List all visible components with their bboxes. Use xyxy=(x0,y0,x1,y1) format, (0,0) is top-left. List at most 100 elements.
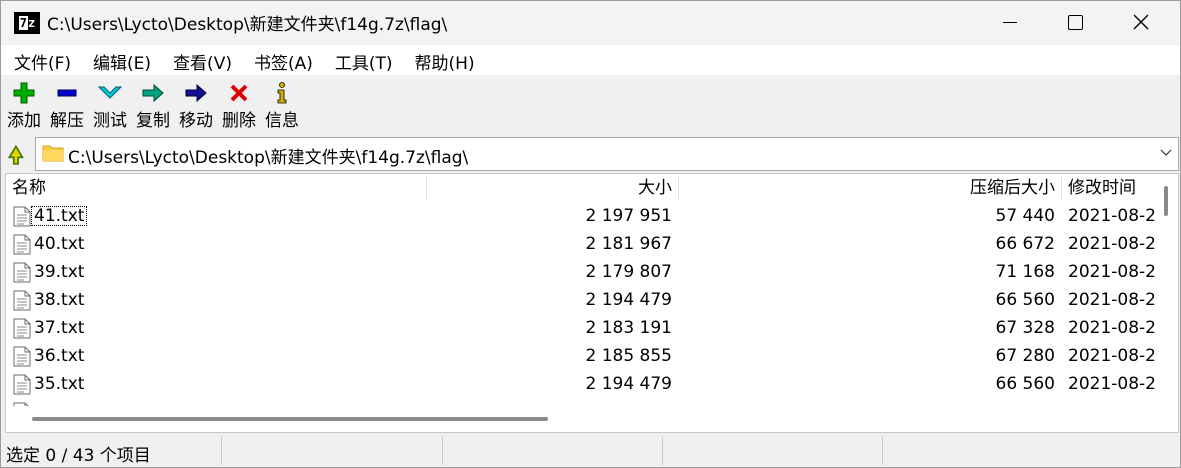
test-label: 测试 xyxy=(93,111,127,131)
title-bar[interactable]: 7z C:\Users\Lycto\Desktop\新建文件夹\f14g.7z\… xyxy=(1,1,1180,43)
status-divider xyxy=(662,437,663,465)
extract-icon xyxy=(57,89,77,97)
text-file-icon xyxy=(13,262,31,288)
menu-bar: 文件(F) 编辑(E) 查看(V) 书签(A) 工具(T) 帮助(H) xyxy=(1,45,1180,75)
delete-label: 删除 xyxy=(222,111,256,131)
file-packed-size: 66 560 xyxy=(995,290,1055,310)
file-packed-size: 67 280 xyxy=(995,346,1055,366)
status-divider xyxy=(442,437,443,465)
address-input[interactable]: C:\Users\Lycto\Desktop\新建文件夹\f14g.7z\fla… xyxy=(35,137,1179,171)
add-icon xyxy=(13,82,35,104)
file-modified: 2021-08-2 xyxy=(1068,290,1156,310)
close-button[interactable] xyxy=(1112,1,1170,43)
file-name: 38.txt xyxy=(34,286,84,314)
text-file-icon xyxy=(13,374,31,400)
file-modified: 2021-08-2 xyxy=(1068,262,1156,282)
seven-zip-app-icon[interactable]: 7z xyxy=(14,12,40,34)
file-modified: 2021-08-2 xyxy=(1068,318,1156,338)
file-row[interactable]: 37.txt 2 183 191 67 328 2021-08-2 xyxy=(6,314,1156,342)
address-path: C:\Users\Lycto\Desktop\新建文件夹\f14g.7z\fla… xyxy=(68,148,469,168)
file-modified: 2021-08-2 xyxy=(1068,206,1156,226)
move-label: 移动 xyxy=(179,111,213,131)
chevron-down-icon[interactable] xyxy=(1160,146,1172,158)
file-name-text: 41.txt xyxy=(31,206,88,226)
column-header-modified[interactable]: 修改时间 xyxy=(1068,174,1156,202)
column-header-size[interactable]: 大小 xyxy=(426,174,672,202)
file-size: 2 181 967 xyxy=(585,234,672,254)
file-name-text: 39.txt xyxy=(34,262,85,282)
file-row[interactable]: 39.txt 2 179 807 71 168 2021-08-2 xyxy=(6,258,1156,286)
horizontal-scrollbar[interactable] xyxy=(6,406,1176,430)
add-label: 添加 xyxy=(7,111,41,131)
window-title: C:\Users\Lycto\Desktop\新建文件夹\f14g.7z\fla… xyxy=(47,15,448,35)
file-name-text: 38.txt xyxy=(34,290,85,310)
file-packed-size: 67 328 xyxy=(995,318,1055,338)
file-name-text: 40.txt xyxy=(34,234,85,254)
file-name: 36.txt xyxy=(34,342,84,370)
menu-edit[interactable]: 编辑(E) xyxy=(93,45,151,75)
horizontal-scroll-thumb[interactable] xyxy=(32,417,548,421)
file-name: 40.txt xyxy=(34,230,84,258)
menu-help[interactable]: 帮助(H) xyxy=(415,45,475,75)
menu-bookmarks[interactable]: 书签(A) xyxy=(254,45,313,75)
close-icon xyxy=(1133,14,1149,30)
status-text: 选定 0 / 43 个项目 xyxy=(6,446,151,466)
test-button[interactable]: 测试 xyxy=(90,77,130,133)
column-divider[interactable] xyxy=(1061,176,1062,200)
file-packed-size: 66 672 xyxy=(995,234,1055,254)
file-size: 2 179 807 xyxy=(585,262,672,282)
seven-zip-window: 7z C:\Users\Lycto\Desktop\新建文件夹\f14g.7z\… xyxy=(0,0,1181,468)
file-row[interactable]: 41.txt 2 197 951 57 440 2021-08-2 xyxy=(6,202,1156,230)
file-name-text: 37.txt xyxy=(34,318,85,338)
info-label: 信息 xyxy=(265,111,299,131)
minimize-button[interactable] xyxy=(981,1,1039,43)
extract-label: 解压 xyxy=(50,111,84,131)
file-list[interactable]: 名称 大小 压缩后大小 修改时间 41.txt 2 197 951 57 440 20… xyxy=(5,173,1179,433)
info-button[interactable]: 信息 xyxy=(262,77,302,133)
file-packed-size: 71 168 xyxy=(995,262,1055,282)
file-modified: 2021-08-2 xyxy=(1068,346,1156,366)
delete-button[interactable]: 删除 xyxy=(219,77,259,133)
file-packed-size: 66 560 xyxy=(995,374,1055,394)
file-name: 37.txt xyxy=(34,314,84,342)
move-arrow-icon xyxy=(185,83,207,103)
extract-button[interactable]: 解压 xyxy=(47,77,87,133)
info-icon xyxy=(277,82,287,104)
column-header-name[interactable]: 名称 xyxy=(12,174,46,202)
up-folder-icon[interactable] xyxy=(5,142,29,166)
copy-button[interactable]: 复制 xyxy=(133,77,173,133)
text-file-icon xyxy=(13,318,31,344)
status-divider xyxy=(221,437,222,465)
vertical-scrollbar[interactable] xyxy=(1156,174,1176,406)
file-size: 2 194 479 xyxy=(585,290,672,310)
copy-label: 复制 xyxy=(136,111,170,131)
menu-file[interactable]: 文件(F) xyxy=(14,45,71,75)
file-size: 2 197 951 xyxy=(585,206,672,226)
maximize-icon xyxy=(1067,14,1083,30)
vertical-scroll-thumb[interactable] xyxy=(1164,186,1168,216)
file-size: 2 185 855 xyxy=(585,346,672,366)
file-row[interactable]: 38.txt 2 194 479 66 560 2021-08-2 xyxy=(6,286,1156,314)
file-modified: 2021-08-2 xyxy=(1068,374,1156,394)
list-header: 名称 大小 压缩后大小 修改时间 xyxy=(6,174,1156,202)
status-divider xyxy=(882,437,883,465)
menu-tools[interactable]: 工具(T) xyxy=(335,45,393,75)
column-header-packed-size[interactable]: 压缩后大小 xyxy=(678,174,1055,202)
add-button[interactable]: 添加 xyxy=(4,77,44,133)
menu-view[interactable]: 查看(V) xyxy=(173,45,232,75)
file-name: 35.txt xyxy=(34,370,84,398)
file-name: 39.txt xyxy=(34,258,84,286)
maximize-button[interactable] xyxy=(1046,1,1104,43)
text-file-icon xyxy=(13,290,31,316)
delete-x-icon xyxy=(230,84,248,102)
file-name-text: 36.txt xyxy=(34,346,85,366)
minimize-icon xyxy=(1003,21,1017,23)
move-button[interactable]: 移动 xyxy=(176,77,216,133)
address-bar: C:\Users\Lycto\Desktop\新建文件夹\f14g.7z\fla… xyxy=(1,137,1180,171)
copy-arrow-icon xyxy=(142,83,164,103)
file-row[interactable]: 40.txt 2 181 967 66 672 2021-08-2 xyxy=(6,230,1156,258)
file-row[interactable]: 35.txt 2 194 479 66 560 2021-08-2 xyxy=(6,370,1156,398)
file-size: 2 194 479 xyxy=(585,374,672,394)
file-name: 41.txt xyxy=(31,202,88,230)
file-row[interactable]: 36.txt 2 185 855 67 280 2021-08-2 xyxy=(6,342,1156,370)
